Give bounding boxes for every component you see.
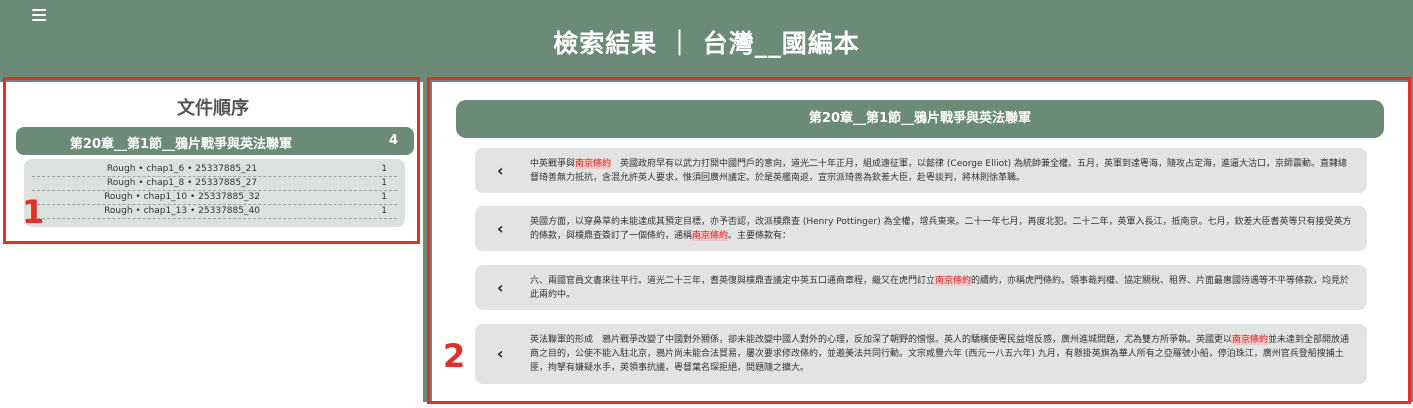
annotation-label-2: 2	[443, 337, 466, 375]
hamburger-menu-icon[interactable]	[32, 9, 46, 21]
annotation-box-1	[3, 77, 420, 244]
annotation-label-1: 1	[22, 193, 45, 231]
annotation-box-2	[427, 77, 1411, 404]
page-title: 檢索結果 ｜ 台灣__國編本	[553, 29, 860, 58]
top-header: 檢索結果 ｜ 台灣__國編本	[0, 0, 1413, 82]
